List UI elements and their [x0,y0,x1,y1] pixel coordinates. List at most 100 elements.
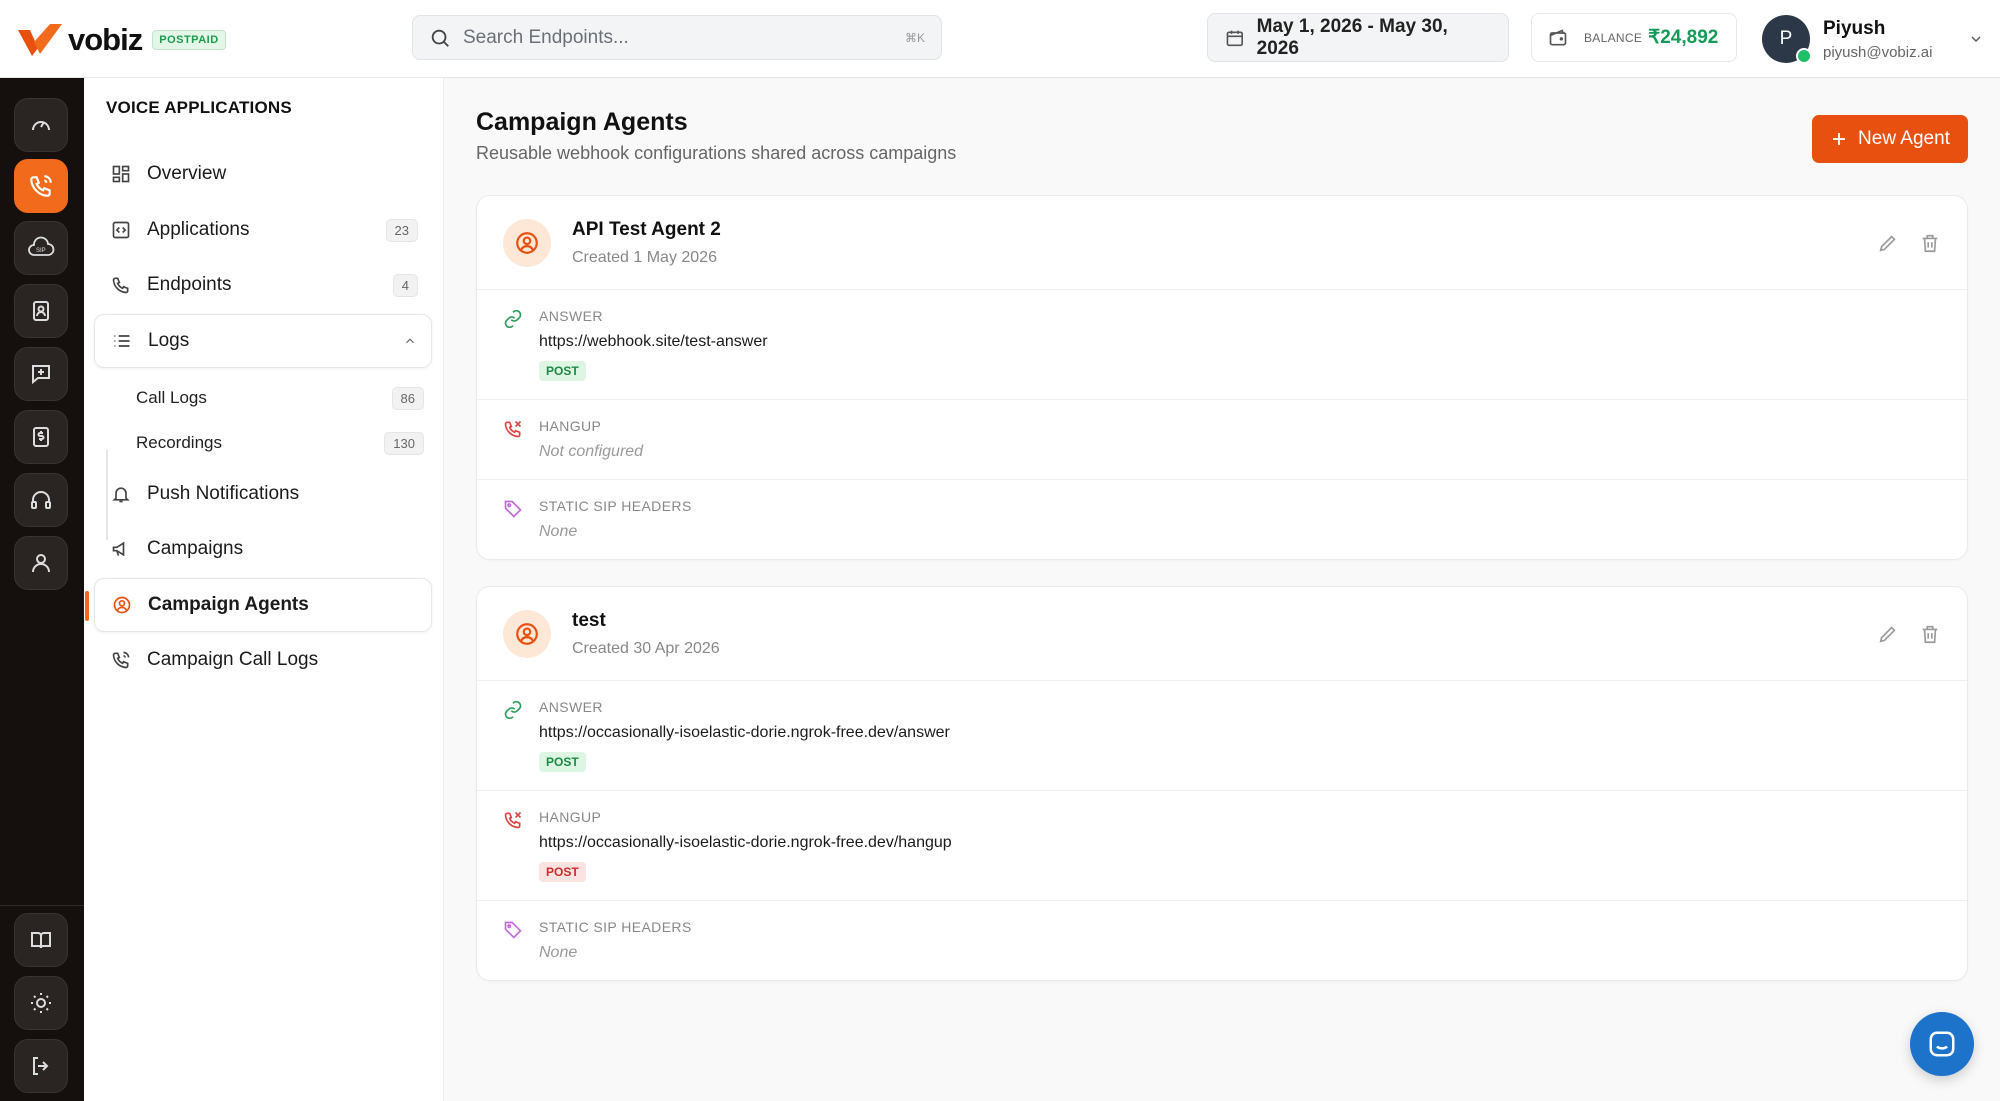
rail-logout-button[interactable] [14,1039,68,1093]
sidebar-item-label: Push Notifications [147,483,300,504]
search-icon [431,29,449,47]
link-icon [504,700,522,720]
code-window-icon [112,221,130,239]
phone-hangup-icon [504,420,522,438]
sidebar-item-campaign-call-logs[interactable]: Campaign Call Logs [94,633,432,687]
sidebar-item-label: Logs [148,330,190,351]
trash-icon[interactable] [1919,623,1941,645]
date-range-text: May 1, 2026 - May 30, 2026 [1256,15,1448,59]
book-icon [31,932,51,949]
sip-cloud-icon: SIP [28,236,55,256]
sip-headers-row: STATIC SIP HEADERS None [477,901,1967,980]
search-placeholder: Search Endpoints... [463,26,629,48]
edit-pencil-icon[interactable] [1877,232,1899,254]
chevron-down-icon[interactable] [1968,31,1984,47]
user-menu[interactable]: P Piyush piyush@vobiz.ai [1762,14,1984,64]
sidebar-item-overview[interactable]: Overview [94,147,432,201]
sip-headers-value: None [539,523,578,540]
grid-icon [112,165,130,183]
plan-badge: POSTPAID [152,30,226,50]
date-range-picker[interactable]: May 1, 2026 - May 30, 2026 [1207,13,1509,62]
bell-icon [112,487,130,503]
chat-launcher-button[interactable] [1910,1012,1974,1076]
sidebar-item-applications[interactable]: Applications 23 [94,203,432,257]
hangup-row: HANGUP Not configured [477,400,1967,480]
brand-logo[interactable]: vobiz POSTPAID [16,22,226,58]
online-status-icon [1796,48,1812,64]
rail-dashboard-button[interactable] [14,98,68,152]
trash-icon[interactable] [1919,232,1941,254]
rail-sip-button[interactable]: SIP [14,221,68,275]
sidebar-item-push-notifications[interactable]: Push Notifications [94,467,432,521]
agent-name: test [572,609,606,631]
sidebar-item-label: Campaigns [147,538,244,559]
hangup-label: HANGUP [539,809,602,825]
search-input[interactable]: Search Endpoints... ⌘K [412,15,942,60]
agent-avatar [503,609,551,658]
sidebar-item-campaigns[interactable]: Campaigns [94,522,432,576]
avatar-initial: P [1779,28,1793,49]
user-name: Piyush [1823,17,1886,39]
svg-text:SIP: SIP [36,248,46,254]
answer-row: ANSWER https://webhook.site/test-answer … [477,290,1967,400]
sidebar-item-label: Applications [147,219,250,240]
balance-display[interactable]: BALANCE ₹24,892 [1531,13,1737,62]
avatar: P [1762,15,1812,64]
agent-card: API Test Agent 2 Created 1 May 2026 ANSW… [476,195,1968,560]
tag-icon [504,500,522,518]
chevron-up-icon [406,338,414,344]
chat-bubble-icon [1929,1031,1955,1057]
call-logs-count-badge: 86 [391,386,424,410]
user-circle-icon [113,596,131,614]
agent-created-date: Created 1 May 2026 [572,248,717,266]
phone-call-icon [112,651,130,669]
logout-icon [33,1057,49,1075]
agent-name: API Test Agent 2 [572,218,721,240]
answer-label: ANSWER [539,308,603,324]
rail-voice-button[interactable] [14,159,68,213]
vobiz-logo-icon [18,24,62,56]
edit-pencil-icon[interactable] [1877,623,1899,645]
rail-support-button[interactable] [14,473,68,527]
phone-call-icon [30,175,52,197]
top-bar: vobiz POSTPAID Search Endpoints... ⌘K Ma… [0,0,2000,78]
user-circle-icon [516,622,538,645]
rail-docs-button[interactable] [14,913,68,967]
rail-messages-button[interactable] [14,347,68,401]
answer-method-badge: POST [539,752,586,772]
new-agent-button[interactable]: New Agent [1812,115,1968,163]
sidebar-item-label: Recordings [136,433,222,452]
calendar-icon [1226,30,1244,46]
icon-rail: SIP [0,78,84,1101]
rail-billing-button[interactable] [14,410,68,464]
hangup-url: https://occasionally-isoelastic-dorie.ng… [539,834,952,851]
answer-url: https://webhook.site/test-answer [539,333,768,350]
user-email: piyush@vobiz.ai [1823,43,1933,61]
megaphone-icon [112,541,125,557]
rail-contacts-button[interactable] [14,284,68,338]
hangup-label: HANGUP [539,418,602,434]
rail-theme-button[interactable] [14,976,68,1030]
hangup-row: HANGUP https://occasionally-isoelastic-d… [477,791,1967,901]
main-content: Campaign Agents Reusable webhook configu… [444,78,2000,1101]
balance-label: BALANCE [1584,30,1643,45]
answer-row: ANSWER https://occasionally-isoelastic-d… [477,681,1967,791]
active-indicator [85,591,89,621]
page-title: Campaign Agents [476,108,688,136]
sidebar-item-campaign-agents[interactable]: Campaign Agents [85,578,432,632]
sidebar-item-call-logs[interactable]: Call Logs 86 [122,376,432,420]
sidebar-section-title: VOICE APPLICATIONS [106,98,292,117]
sidebar-item-recordings[interactable]: Recordings 130 [122,421,432,465]
rail-account-button[interactable] [14,536,68,590]
search-shortcut: ⌘K [904,30,925,45]
contact-card-icon [33,301,49,321]
sip-headers-value: None [539,944,578,961]
agent-card-header: API Test Agent 2 Created 1 May 2026 [477,196,1967,290]
sidebar-item-logs[interactable]: Logs [94,314,432,368]
sidebar-item-endpoints[interactable]: Endpoints 4 [94,258,432,312]
sidebar-item-label: Endpoints [147,274,232,295]
sip-headers-row: STATIC SIP HEADERS None [477,480,1967,559]
page-subtitle: Reusable webhook configurations shared a… [476,143,957,163]
answer-url: https://occasionally-isoelastic-dorie.ng… [539,724,950,741]
user-icon [32,554,50,573]
